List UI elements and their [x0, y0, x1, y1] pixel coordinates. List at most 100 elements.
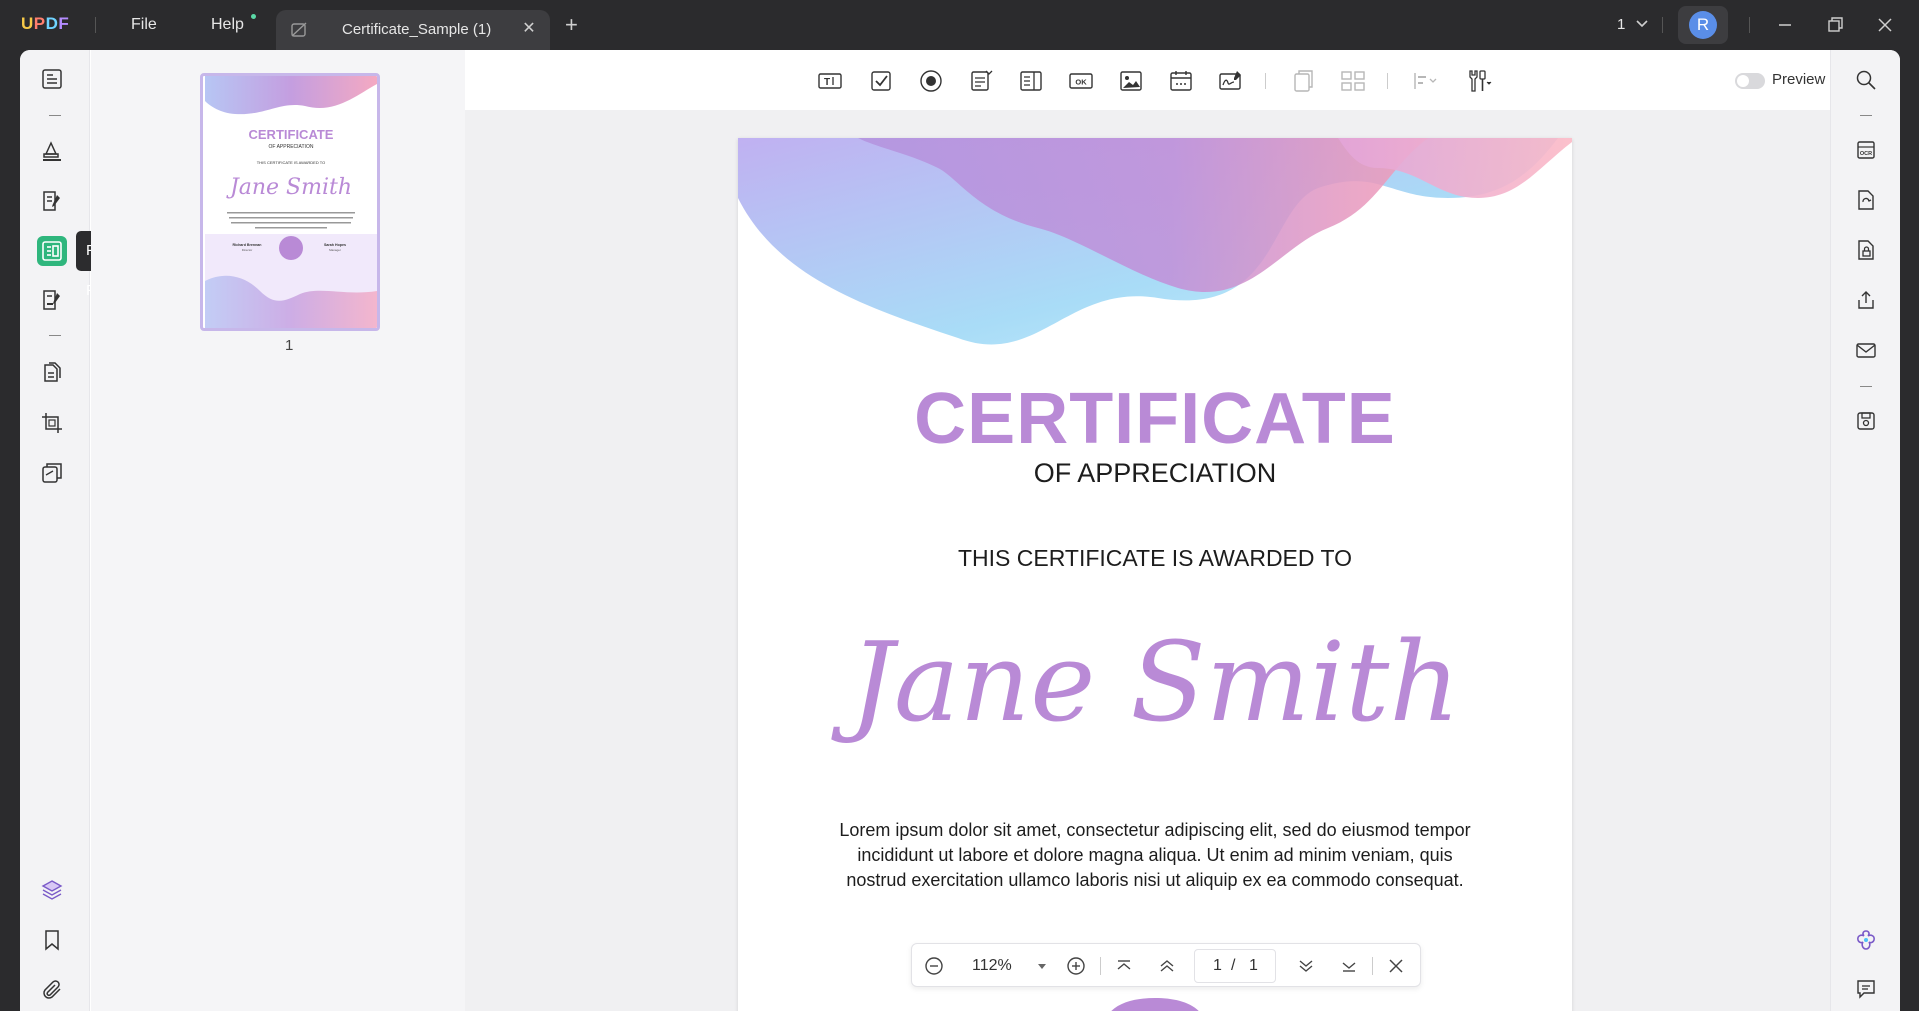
align-tool[interactable] [1411, 67, 1439, 95]
last-page-icon[interactable] [1339, 956, 1359, 976]
crop-icon [42, 413, 62, 433]
mail-icon [1856, 343, 1876, 358]
fill-sign-icon [43, 290, 60, 310]
zoom-dropdown-icon[interactable] [1032, 956, 1052, 976]
restore-icon[interactable] [1825, 15, 1845, 35]
seal-top-edge [1111, 998, 1199, 1011]
menu-file[interactable]: File [131, 16, 157, 34]
title-bar: UPDF File Help Certificate_Sample (1) ✕ … [0, 0, 1919, 50]
layers-icon [41, 880, 63, 900]
distribute-tool[interactable] [1339, 67, 1367, 95]
reader-icon [42, 69, 62, 89]
account-button[interactable]: R [1678, 6, 1728, 44]
image-field-tool[interactable] [1117, 67, 1145, 95]
updf-logo[interactable]: UPDF [21, 14, 69, 34]
reader-mode-button[interactable] [37, 64, 67, 94]
thumbnail-panel: CERTIFICATE OF APPRECIATION THIS CERTIFI… [91, 50, 465, 1011]
awarded-to-text: THIS CERTIFICATE IS AWARDED TO [957, 545, 1353, 571]
paperclip-icon [43, 980, 61, 999]
thumbnail-preview: CERTIFICATE OF APPRECIATION THIS CERTIFI… [205, 76, 377, 328]
ai-assistant-button[interactable] [1853, 927, 1879, 953]
overlay-pages-icon [42, 463, 62, 483]
zoom-in-icon[interactable] [1066, 956, 1086, 976]
protect-button[interactable] [1853, 237, 1879, 263]
certificate-body-text: Lorem ipsum dolor sit amet, consectetur … [839, 820, 1471, 890]
thumb-sig-left-role: Director [242, 248, 253, 252]
current-page: 1 [1213, 957, 1222, 974]
window-page-indicator[interactable]: 1 [1617, 16, 1625, 33]
list-box-tool[interactable] [1017, 67, 1045, 95]
next-page-icon[interactable] [1296, 956, 1316, 976]
text-field-tool[interactable]: T [816, 67, 844, 95]
preview-label: Preview [1772, 71, 1826, 88]
dropdown-list-icon [971, 70, 993, 91]
close-window-icon[interactable] [1875, 15, 1895, 35]
radio-button-tool[interactable] [917, 67, 945, 95]
crop-button[interactable] [37, 408, 67, 438]
align-left-icon [1414, 73, 1437, 89]
rail-divider [1860, 115, 1872, 116]
button-tool[interactable]: OK [1067, 67, 1095, 95]
list-box-icon [1020, 71, 1042, 91]
toolbar-separator [1387, 73, 1388, 89]
duplicate-fields-tool[interactable] [1289, 67, 1317, 95]
previous-page-icon[interactable] [1157, 956, 1177, 976]
signature-icon [1219, 71, 1241, 90]
ok-button-icon: OK [1069, 73, 1093, 89]
new-tab-plus-icon[interactable]: + [565, 14, 578, 36]
form-icon [42, 241, 62, 261]
form-tools-menu[interactable] [1465, 67, 1493, 95]
thumb-subtitle: OF APPRECIATION [269, 144, 314, 150]
svg-text:T: T [824, 77, 830, 88]
zoom-bar-separator [1100, 957, 1101, 975]
form-toolbar: T OK Preview [465, 50, 1830, 110]
first-page-icon[interactable] [1114, 956, 1134, 976]
workspace: Prepare Form [20, 50, 1900, 1011]
certificate-top-wave [738, 138, 1572, 345]
menu-help[interactable]: Help [211, 16, 244, 34]
search-button[interactable] [1853, 67, 1879, 93]
pages-icon [44, 362, 61, 382]
organize-pages-button[interactable] [37, 358, 67, 388]
dropdown-tool[interactable] [967, 67, 995, 95]
page-number-input[interactable]: 1 / 1 [1194, 949, 1276, 983]
close-zoom-bar-icon[interactable] [1386, 956, 1406, 976]
chevron-down-icon[interactable] [1634, 16, 1650, 32]
zoom-level[interactable]: 112% [972, 957, 1012, 975]
convert-icon [1858, 190, 1874, 210]
edit-pdf-button[interactable] [37, 186, 67, 216]
tab-close-icon[interactable]: ✕ [520, 20, 538, 38]
rail-divider [1860, 386, 1872, 387]
ocr-button[interactable]: OCR [1853, 137, 1879, 163]
email-button[interactable] [1853, 337, 1879, 363]
attachment-button[interactable] [37, 975, 67, 1005]
bookmark-icon [45, 930, 59, 951]
toolbar-separator [1265, 73, 1266, 89]
date-field-tool[interactable] [1167, 67, 1195, 95]
title-separator [1662, 17, 1663, 33]
checkbox-tool[interactable] [867, 67, 895, 95]
preview-toggle[interactable] [1735, 73, 1765, 89]
save-as-button[interactable] [1853, 408, 1879, 434]
signature-field-tool[interactable] [1217, 67, 1245, 95]
share-button[interactable] [1853, 287, 1879, 313]
fill-sign-button[interactable] [37, 285, 67, 315]
bookmark-button[interactable] [37, 925, 67, 955]
page-tools-button[interactable] [37, 458, 67, 488]
convert-button[interactable] [1853, 187, 1879, 213]
layers-button[interactable] [37, 875, 67, 905]
svg-text:OK: OK [1075, 78, 1087, 87]
minimize-icon[interactable] [1775, 15, 1795, 35]
page-thumbnail[interactable]: CERTIFICATE OF APPRECIATION THIS CERTIFI… [200, 73, 380, 331]
lock-doc-icon [1858, 240, 1874, 260]
save-icon [1857, 412, 1875, 430]
image-icon [1120, 71, 1142, 91]
comment-mode-button[interactable] [37, 136, 67, 166]
comments-button[interactable] [1853, 975, 1879, 1001]
prepare-form-button[interactable] [37, 236, 67, 266]
wrench-tools-icon [1469, 70, 1492, 92]
zoom-out-icon[interactable] [924, 956, 944, 976]
document-tab[interactable]: Certificate_Sample (1) ✕ [276, 10, 550, 50]
pdf-page: CERTIFICATE OF APPRECIATION THIS CERTIFI… [738, 138, 1572, 1011]
grid-icon [1341, 71, 1365, 91]
